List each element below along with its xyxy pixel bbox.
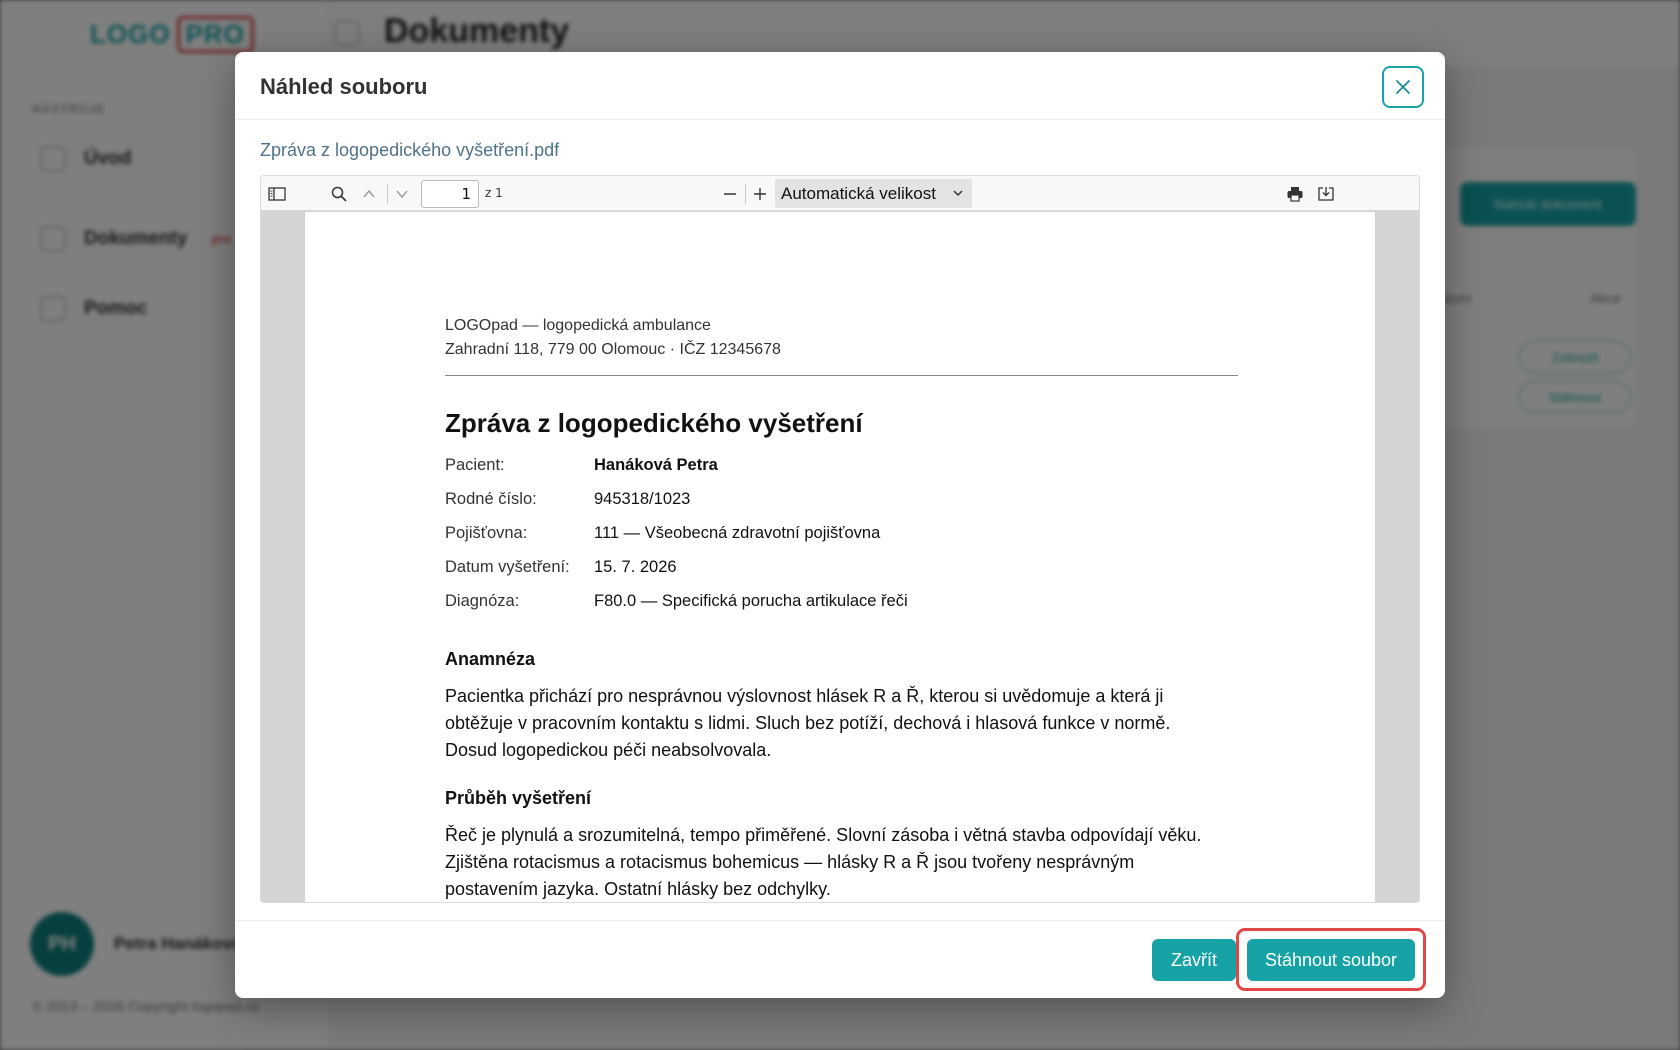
printer-icon <box>1287 187 1303 202</box>
section-heading-anamnesis: Anamnéza <box>445 649 536 669</box>
previous-page-button[interactable] <box>356 181 382 207</box>
text-line: Zjištěna rotacismus a rotacismus bohemic… <box>445 852 1135 872</box>
plus-icon <box>754 188 766 200</box>
save-button[interactable] <box>1313 181 1339 207</box>
field-label-diagnosis: Diagnóza: <box>445 592 520 610</box>
print-button[interactable] <box>1282 181 1308 207</box>
search-icon <box>331 186 347 202</box>
zoom-select[interactable]: Automatická velikost <box>775 179 972 208</box>
pdf-page: LOGOpad — logopedická ambulance Zahradní… <box>305 212 1375 902</box>
zoom-out-button[interactable] <box>717 181 743 207</box>
field-label-exam-date: Datum vyšetření: <box>445 558 570 576</box>
section-text-examination: Řeč je plynulá a srozumitelná, tempo při… <box>445 822 1235 902</box>
field-value-birth-number: 945318/1023 <box>594 490 691 508</box>
section-heading-examination: Průběh vyšetření <box>445 788 592 808</box>
chevron-up-icon <box>363 189 375 198</box>
modal-header: Náhled souboru <box>235 52 1445 120</box>
find-button[interactable] <box>326 181 352 207</box>
zoom-in-button[interactable] <box>747 181 773 207</box>
toolbar-separator <box>745 184 746 204</box>
close-icon <box>1396 80 1410 94</box>
close-modal-button[interactable] <box>1382 66 1424 108</box>
pdf-viewer: 1 z 1 Automatická velikost LOGOpad — log… <box>260 175 1420 903</box>
minus-icon <box>724 193 736 195</box>
file-name: Zpráva z logopedického vyšetření.pdf <box>260 140 560 160</box>
text-line: Pacientka přichází pro nesprávnou výslov… <box>445 686 1164 706</box>
file-preview-modal: Náhled souboru Zpráva z logopedického vy… <box>235 52 1445 998</box>
toggle-sidebar-button[interactable] <box>264 181 290 207</box>
text-line: Řeč je plynulá a srozumitelná, tempo při… <box>445 825 1202 845</box>
field-label-birth-number: Rodné číslo: <box>445 490 537 508</box>
pdf-toolbar: 1 z 1 Automatická velikost <box>261 176 1419 211</box>
field-value-diagnosis: F80.0 — Specifická porucha artikulace ře… <box>594 592 908 610</box>
toolbar-separator <box>387 184 388 204</box>
text-line: postavením jazyka. Ostatní hlásky bez od… <box>445 879 831 899</box>
field-label-patient: Pacient: <box>445 456 505 474</box>
field-label-insurance: Pojišťovna: <box>445 524 528 542</box>
document-org-name: LOGOpad — logopedická ambulance <box>445 317 711 334</box>
field-value-patient: Hanáková Petra <box>594 456 718 474</box>
download-file-button[interactable]: Stáhnout soubor <box>1247 939 1415 981</box>
sidebar-toggle-icon <box>268 187 286 201</box>
text-line: obtěžuje v pracovním kontaktu s lidmi. S… <box>445 713 1171 733</box>
field-value-exam-date: 15. 7. 2026 <box>594 558 677 576</box>
modal-title: Náhled souboru <box>260 74 428 99</box>
document-org-address: Zahradní 118, 779 00 Olomouc · IČZ 12345… <box>445 341 781 358</box>
header-divider <box>445 375 1238 376</box>
section-text-anamnesis: Pacientka přichází pro nesprávnou výslov… <box>445 683 1235 764</box>
chevron-down-icon <box>396 190 408 199</box>
chevron-down-icon <box>953 190 963 197</box>
field-value-insurance: 111 — Všeobecná zdravotní pojišťovna <box>594 524 881 542</box>
next-page-button[interactable] <box>389 181 415 207</box>
page-total: z 1 <box>485 186 503 200</box>
page-number-input[interactable]: 1 <box>421 180 479 208</box>
download-icon <box>1318 187 1334 201</box>
text-line: Dosud logopedickou péči neabsolvovala. <box>445 740 772 760</box>
zoom-select-value: Automatická velikost <box>781 183 936 203</box>
close-button[interactable]: Zavřít <box>1152 939 1236 981</box>
document-title: Zpráva z logopedického vyšetření <box>445 408 863 438</box>
